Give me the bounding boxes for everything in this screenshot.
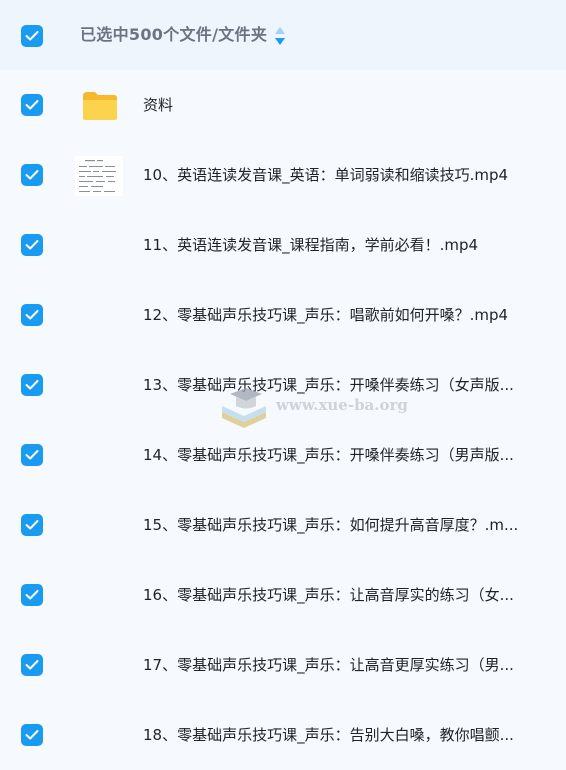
checkmark-icon [25,380,39,390]
list-item[interactable]: 17、零基础声乐技巧课_声乐：让高音更厚实练习（男... [0,630,566,700]
item-checkbox[interactable] [21,304,43,326]
item-checkbox[interactable] [21,374,43,396]
selection-header: 已选中500个文件/文件夹 [0,0,566,70]
list-item[interactable]: 11、英语连读发音课_课程指南，学前必看！.mp4 [0,210,566,280]
checkmark-icon [25,100,39,110]
file-name: 18、零基础声乐技巧课_声乐：告别大白嗓，教你唱颤... [143,726,514,744]
file-name: 11、英语连读发音课_课程指南，学前必看！.mp4 [143,236,479,254]
list-item[interactable]: 资料 [0,70,566,140]
item-checkbox[interactable] [21,94,43,116]
file-name: 12、零基础声乐技巧课_声乐：唱歌前如何开嗓？.mp4 [143,306,509,324]
checkmark-icon [25,240,39,250]
file-name: 14、零基础声乐技巧课_声乐：开嗓伴奏练习（男声版... [143,446,514,464]
sort-icon[interactable] [273,26,287,46]
file-name: 资料 [143,96,174,114]
checkmark-icon [25,310,39,320]
watermark-text: www.xue-ba.org [276,396,408,414]
list-item[interactable]: 10、英语连读发音课_英语：单词弱读和缩读技巧.mp4 [0,140,566,210]
checkmark-icon [25,660,39,670]
selection-count-text: 已选中500个文件/文件夹 [80,25,268,44]
item-checkbox[interactable] [21,164,43,186]
graduation-cap-icon [222,388,266,428]
folder-icon [83,92,117,120]
item-checkbox[interactable] [21,514,43,536]
file-name: 15、零基础声乐技巧课_声乐：如何提升高音厚度？.m... [143,516,519,534]
file-name: 17、零基础声乐技巧课_声乐：让高音更厚实练习（男... [143,656,514,674]
item-checkbox[interactable] [21,654,43,676]
checkmark-icon [25,31,39,41]
checkmark-icon [25,590,39,600]
item-checkbox[interactable] [21,234,43,256]
file-name: 16、零基础声乐技巧课_声乐：让高音厚实的练习（女... [143,586,514,604]
select-all-checkbox[interactable] [21,25,43,47]
checkmark-icon [25,520,39,530]
item-checkbox[interactable] [21,444,43,466]
checkmark-icon [25,450,39,460]
list-item[interactable]: 12、零基础声乐技巧课_声乐：唱歌前如何开嗓？.mp4 [0,280,566,350]
list-item[interactable]: 15、零基础声乐技巧课_声乐：如何提升高音厚度？.m... [0,490,566,560]
list-item[interactable]: 16、零基础声乐技巧课_声乐：让高音厚实的练习（女... [0,560,566,630]
item-checkbox[interactable] [21,724,43,746]
watermark: www.xue-ba.org [216,378,416,438]
file-name: 10、英语连读发音课_英语：单词弱读和缩读技巧.mp4 [143,166,509,184]
item-checkbox[interactable] [21,584,43,606]
list-item[interactable]: 18、零基础声乐技巧课_声乐：告别大白嗓，教你唱颤... [0,700,566,770]
video-thumbnail [75,156,123,196]
checkmark-icon [25,730,39,740]
checkmark-icon [25,170,39,180]
